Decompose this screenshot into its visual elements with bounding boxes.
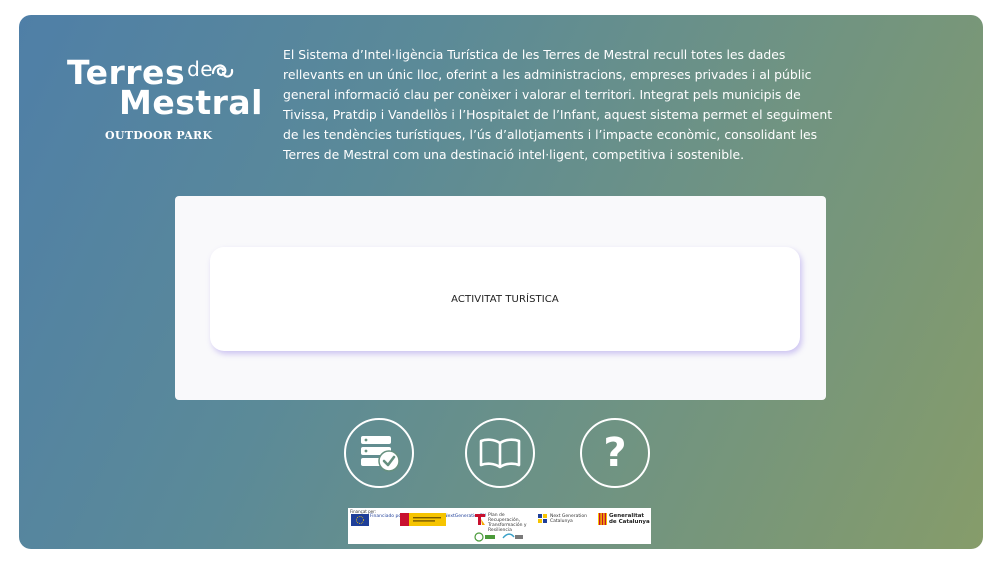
partner-logo-2-icon [502,533,523,539]
next-generation-text: Next Generation Catalunya [550,514,588,524]
logo-word-mestral: Mestral [119,83,263,122]
content-panel: ACTIVITAT TURÍSTICA [175,196,826,400]
question-mark-icon: ? [603,430,627,476]
open-book-icon [479,438,521,469]
spain-government-emblem-icon [400,513,446,526]
swirl-icon [211,64,234,78]
help-button[interactable]: ? [580,418,650,488]
card-label: ACTIVITAT TURÍSTICA [451,293,559,305]
next-generation-logo-icon [538,514,547,523]
data-button[interactable] [344,418,414,488]
activitat-turistica-card[interactable]: ACTIVITAT TURÍSTICA [210,247,800,351]
logo-subtitle: OUTDOOR PARK [105,129,213,142]
intro-paragraph: El Sistema d’Intel·ligència Turística de… [283,47,833,162]
funding-logos-banner: Finançat per: Financiado por la Unión Eu… [348,508,651,544]
documentation-button[interactable] [465,418,535,488]
generalitat-text: Generalitat de Catalunya [609,513,650,525]
eu-flag-icon [351,514,369,526]
main-container: Terres de Mestral OUTDOOR PARK El Sistema… [19,15,983,549]
terres-de-mestral-logo[interactable]: Terres de Mestral OUTDOOR PARK [67,49,263,149]
recovery-plan-text: Plan de Recuperación, Transformación y R… [488,513,527,533]
database-check-icon [361,436,400,472]
catalunya-flag-icon [598,513,607,525]
partner-logo-icon [474,532,495,542]
recovery-plan-logo-icon [475,514,485,525]
